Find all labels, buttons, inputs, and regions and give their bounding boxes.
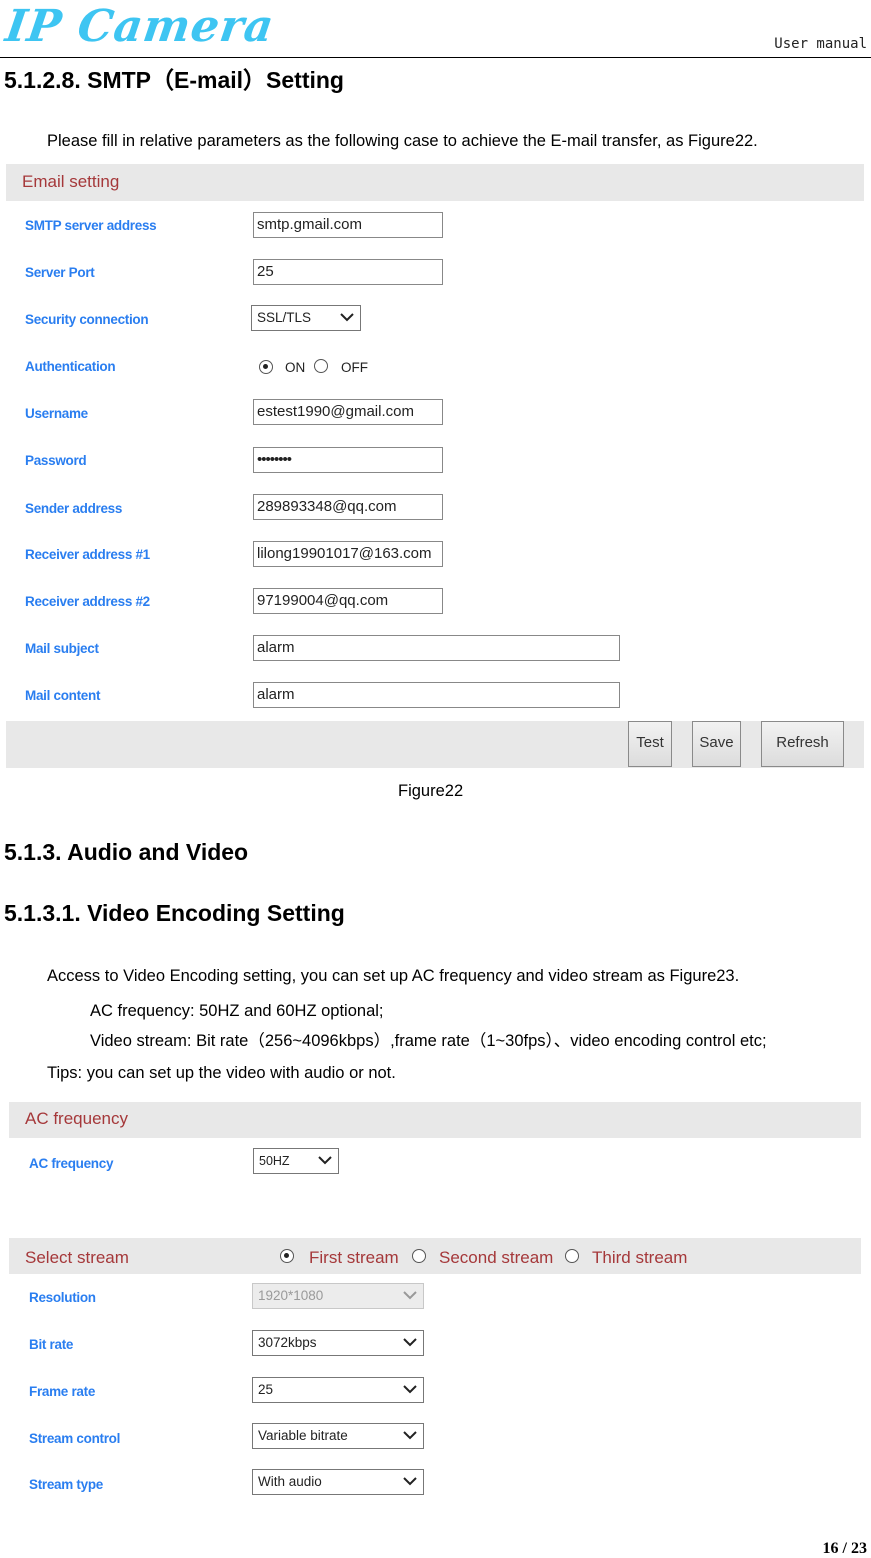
doc-type-label: User manual <box>774 36 867 52</box>
bit-rate-label: Bit rate <box>29 1337 74 1352</box>
frame-rate-label: Frame rate <box>29 1384 96 1399</box>
refresh-button[interactable]: Refresh <box>761 721 844 767</box>
password-input[interactable]: •••••••• <box>253 447 443 473</box>
resolution-select: 1920*1080 <box>252 1283 424 1309</box>
email-action-bar: Test Save Refresh <box>6 721 864 768</box>
resolution-value: 1920*1080 <box>258 1288 324 1303</box>
receiver1-input[interactable]: lilong19901017@163.com <box>253 541 443 567</box>
first-stream-radio[interactable] <box>280 1249 294 1263</box>
authentication-label: Authentication <box>25 359 116 374</box>
logo: IP Camera <box>2 1 278 52</box>
chevron-down-icon <box>403 1385 417 1394</box>
chevron-down-icon <box>318 1156 332 1165</box>
email-setting-panel: Email setting SMTP server address smtp.g… <box>6 164 864 768</box>
bit-rate-select[interactable]: 3072kbps <box>252 1330 424 1356</box>
bit-rate-value: 3072kbps <box>258 1335 317 1350</box>
chevron-down-icon <box>403 1477 417 1486</box>
third-stream-radio[interactable] <box>565 1249 579 1263</box>
stream-type-select[interactable]: With audio <box>252 1469 424 1495</box>
mail-subject-input[interactable]: alarm <box>253 635 620 661</box>
ac-frequency-header: AC frequency <box>9 1102 861 1138</box>
stream-control-select[interactable]: Variable bitrate <box>252 1423 424 1449</box>
ac-frequency-value: 50HZ <box>259 1154 290 1168</box>
chevron-down-icon <box>403 1291 417 1300</box>
page-number: 16 / 23 <box>822 1540 867 1557</box>
first-stream-label: First stream <box>309 1248 399 1267</box>
email-setting-title: Email setting <box>22 172 120 191</box>
security-connection-label: Security connection <box>25 312 149 327</box>
stream-type-label: Stream type <box>29 1477 103 1492</box>
second-stream-label: Second stream <box>439 1248 554 1267</box>
sender-address-input[interactable]: 289893348@qq.com <box>253 494 443 520</box>
frame-rate-select[interactable]: 25 <box>252 1377 424 1403</box>
header-divider <box>0 57 871 58</box>
ac-frequency-title: AC frequency <box>25 1109 128 1128</box>
security-connection-select[interactable]: SSL/TLS <box>251 305 361 331</box>
stream-control-value: Variable bitrate <box>258 1428 348 1443</box>
select-stream-title: Select stream <box>25 1248 129 1267</box>
video-stream-note: Video stream: Bit rate（256~4096kbps）,fra… <box>90 1032 767 1050</box>
server-port-input[interactable]: 25 <box>253 259 443 285</box>
smtp-heading: 5.1.2.8. SMTP（E-mail）Setting <box>4 67 344 93</box>
server-port-label: Server Port <box>25 265 95 280</box>
second-stream-radio[interactable] <box>412 1249 426 1263</box>
chevron-down-icon <box>403 1338 417 1347</box>
chevron-down-icon <box>403 1431 417 1440</box>
select-stream-header: Select stream First stream Second stream… <box>9 1238 861 1274</box>
stream-control-label: Stream control <box>29 1431 121 1446</box>
ac-frequency-note: AC frequency: 50HZ and 60HZ optional; <box>90 1002 384 1020</box>
sender-address-label: Sender address <box>25 501 123 516</box>
auth-on-radio[interactable] <box>259 360 273 374</box>
mail-content-input[interactable]: alarm <box>253 682 620 708</box>
frame-rate-value: 25 <box>258 1382 274 1397</box>
third-stream-label: Third stream <box>592 1248 688 1267</box>
mail-subject-label: Mail subject <box>25 641 99 656</box>
auth-on-label: ON <box>285 360 306 375</box>
mail-content-label: Mail content <box>25 688 101 703</box>
ac-frequency-select[interactable]: 50HZ <box>253 1148 339 1174</box>
smtp-intro: Please fill in relative parameters as th… <box>47 132 758 150</box>
video-encoding-heading: 5.1.3.1. Video Encoding Setting <box>4 900 345 926</box>
test-button[interactable]: Test <box>628 721 672 767</box>
stream-type-value: With audio <box>258 1474 322 1489</box>
ac-frequency-label: AC frequency <box>29 1156 114 1171</box>
receiver2-input[interactable]: 97199004@qq.com <box>253 588 443 614</box>
tips-text: Tips: you can set up the video with audi… <box>47 1064 396 1082</box>
figure22-caption: Figure22 <box>398 782 464 800</box>
video-intro: Access to Video Encoding setting, you ca… <box>47 967 740 985</box>
save-button[interactable]: Save <box>692 721 741 767</box>
auth-off-label: OFF <box>341 360 368 375</box>
username-input[interactable]: estest1990@gmail.com <box>253 399 443 425</box>
email-setting-header: Email setting <box>6 164 864 201</box>
smtp-server-input[interactable]: smtp.gmail.com <box>253 212 443 238</box>
resolution-label: Resolution <box>29 1290 96 1305</box>
password-label: Password <box>25 453 87 468</box>
audio-video-heading: 5.1.3. Audio and Video <box>4 839 249 865</box>
auth-off-radio[interactable] <box>314 359 328 373</box>
username-label: Username <box>25 406 88 421</box>
receiver2-label: Receiver address #2 <box>25 594 150 609</box>
smtp-server-label: SMTP server address <box>25 218 157 233</box>
receiver1-label: Receiver address #1 <box>25 547 150 562</box>
security-connection-value: SSL/TLS <box>257 310 312 325</box>
chevron-down-icon <box>340 313 354 322</box>
